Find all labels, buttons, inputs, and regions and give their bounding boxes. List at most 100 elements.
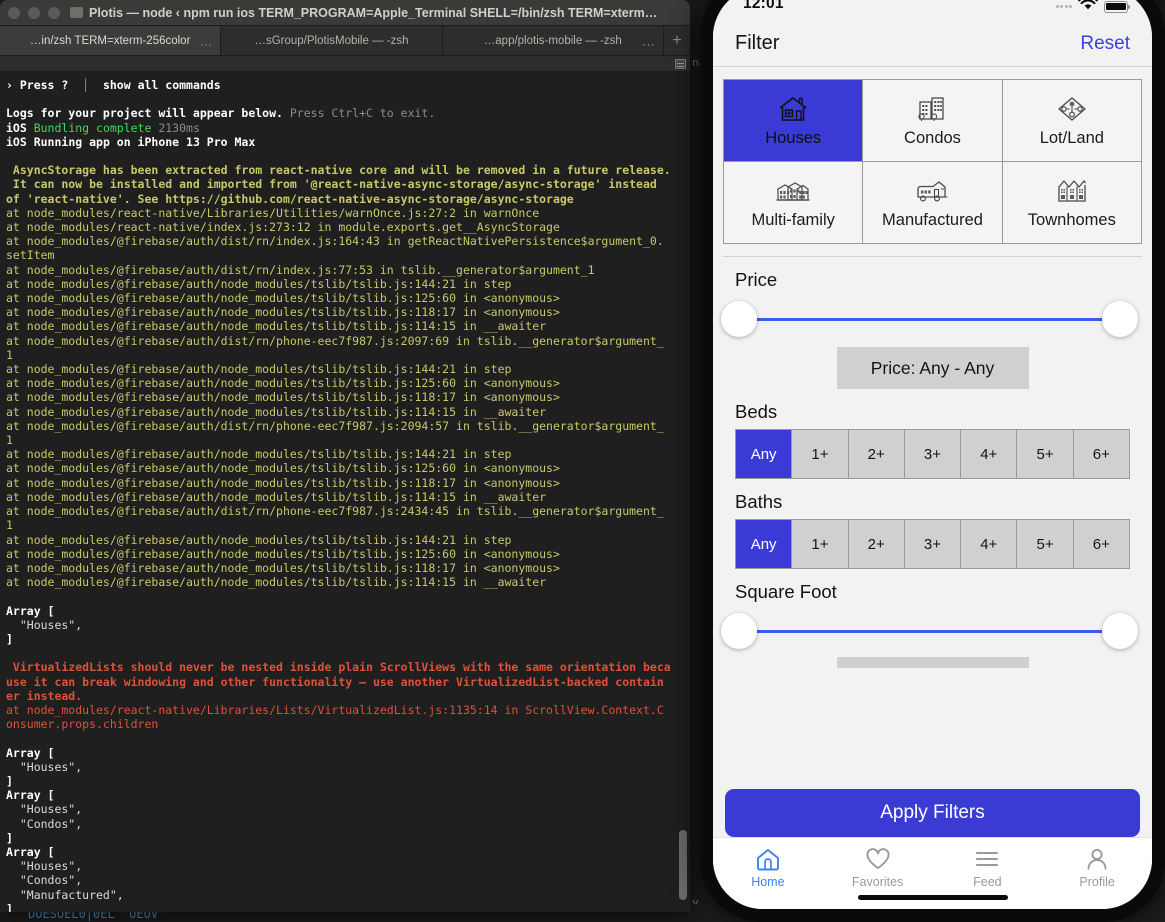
property-type-townhomes[interactable]: Townhomes	[1002, 161, 1142, 243]
window-traffic-lights[interactable]	[8, 6, 60, 19]
property-type-multi-family[interactable]: Multi-family	[724, 161, 864, 243]
terminal-line: at node_modules/@firebase/auth/node_modu…	[6, 390, 560, 405]
beds-option-any[interactable]: Any	[735, 430, 792, 478]
townhomes-icon	[1056, 175, 1088, 207]
terminal-tabbar: …in/zsh TERM=xterm-256color … …sGroup/Pl…	[0, 26, 690, 56]
home-indicator	[857, 894, 1008, 900]
property-type-manufactured[interactable]: Manufactured	[863, 161, 1003, 243]
terminal-line: 1	[6, 433, 13, 448]
terminal-tab-0[interactable]: …in/zsh TERM=xterm-256color …	[0, 26, 222, 55]
beds-option-2plus[interactable]: 2+	[847, 430, 904, 478]
property-type-houses-label: Houses	[765, 129, 822, 147]
terminal-line: at node_modules/@firebase/auth/node_modu…	[6, 461, 560, 476]
beds-option-1plus[interactable]: 1+	[791, 430, 848, 478]
heart-icon	[865, 847, 891, 871]
baths-section: Baths	[713, 479, 1152, 513]
price-slider-track[interactable]	[743, 318, 1116, 321]
baths-option-3plus[interactable]: 3+	[903, 520, 961, 568]
terminal-line: at node_modules/@firebase/auth/node_modu…	[6, 546, 560, 561]
terminal-tab-0-label: …in/zsh TERM=xterm-256color	[29, 34, 191, 47]
terminal-line: › Press ? │ show all commands	[6, 78, 221, 92]
square-foot-slider-min-handle[interactable]	[721, 613, 757, 649]
beds-option-3plus[interactable]: 3+	[903, 430, 961, 478]
square-foot-slider-track[interactable]	[743, 630, 1116, 633]
terminal-line: at node_modules/@firebase/auth/node_modu…	[6, 319, 547, 334]
property-type-lot-land[interactable]: Lot/Land	[1002, 79, 1142, 161]
property-type-lot-land-label: Lot/Land	[1039, 129, 1104, 147]
price-value-label: Price: Any - Any	[836, 347, 1029, 389]
terminal-line: Array [	[6, 844, 55, 859]
terminal-line: "Condos",	[6, 816, 83, 831]
terminal-tab-2-label: …app/plotis-mobile — -zsh	[483, 34, 622, 47]
terminal-line: 1	[6, 518, 13, 533]
page-title: Filter	[735, 32, 780, 54]
tab-profile[interactable]: Profile	[1042, 847, 1152, 889]
new-tab-button[interactable]: +	[663, 26, 690, 55]
close-button-icon[interactable]	[8, 6, 20, 19]
terminal-line: at node_modules/@firebase/auth/node_modu…	[6, 376, 560, 391]
multi-family-icon	[776, 175, 810, 207]
square-foot-range-slider[interactable]	[717, 609, 1142, 655]
folder-icon	[70, 7, 83, 18]
beds-option-4plus[interactable]: 4+	[960, 430, 1017, 478]
tab-favorites[interactable]: Favorites	[823, 847, 933, 889]
terminal-tab-2[interactable]: …app/plotis-mobile — -zsh …	[442, 26, 664, 55]
terminal-titlebar: Plotis — node ‹ npm run ios TERM_PROGRAM…	[0, 0, 690, 26]
terminal-tab-0-overflow-icon[interactable]: …	[199, 33, 213, 48]
tab-home[interactable]: Home	[713, 847, 823, 889]
terminal-line: at node_modules/@firebase/auth/node_modu…	[6, 291, 560, 306]
split-pane-icon[interactable]	[675, 58, 686, 69]
terminal-scrollbar-thumb[interactable]	[679, 830, 687, 900]
baths-option-4plus[interactable]: 4+	[960, 520, 1017, 568]
terminal-line: It can now be installed and imported fro…	[6, 177, 657, 192]
terminal-tab-2-overflow-icon[interactable]: …	[642, 33, 656, 48]
beds-option-5plus[interactable]: 5+	[1016, 430, 1073, 478]
price-slider-max-handle[interactable]	[1102, 301, 1138, 337]
baths-option-6plus[interactable]: 6+	[1072, 520, 1129, 568]
filter-scroll-area[interactable]: Houses Condos Lot/Land Multi-family Manu…	[713, 67, 1152, 789]
condo-icon	[916, 93, 948, 125]
terminal-line: 1	[6, 347, 13, 362]
terminal-output[interactable]: › Press ? │ show all commands Logs for y…	[0, 72, 690, 912]
terminal-line: AsyncStorage has been extracted from rea…	[6, 163, 671, 178]
lot-land-icon	[1056, 93, 1088, 125]
terminal-line: Logs for your project will appear below.…	[6, 106, 436, 121]
apply-filters-button[interactable]: Apply Filters	[725, 789, 1140, 837]
baths-option-any[interactable]: Any	[735, 520, 792, 568]
terminal-line: at node_modules/react-native/Libraries/U…	[6, 205, 540, 220]
beds-section: Beds	[713, 389, 1152, 423]
maximize-button-icon[interactable]	[48, 6, 60, 19]
baths-option-2plus[interactable]: 2+	[847, 520, 904, 568]
ios-status-bar: 12:01	[713, 0, 1152, 27]
terminal-scrollbar[interactable]	[679, 80, 687, 900]
baths-option-1plus[interactable]: 1+	[791, 520, 848, 568]
tab-profile-label: Profile	[1079, 875, 1115, 889]
square-foot-section: Square Foot	[713, 569, 1152, 603]
minimize-button-icon[interactable]	[28, 6, 40, 19]
terminal-line: at node_modules/react-native/Libraries/L…	[6, 702, 664, 717]
reset-button[interactable]: Reset	[1080, 33, 1130, 55]
terminal-line: at node_modules/@firebase/auth/dist/rn/p…	[6, 418, 664, 433]
beds-option-6plus[interactable]: 6+	[1072, 430, 1129, 478]
terminal-line: onsumer.props.children	[6, 717, 159, 732]
square-foot-slider-max-handle[interactable]	[1102, 613, 1138, 649]
baths-option-5plus[interactable]: 5+	[1016, 520, 1073, 568]
terminal-tab-1[interactable]: …sGroup/PlotisMobile — -zsh	[221, 26, 443, 55]
property-type-condos[interactable]: Condos	[863, 79, 1003, 161]
price-slider-min-handle[interactable]	[721, 301, 757, 337]
terminal-line: at node_modules/@firebase/auth/node_modu…	[6, 276, 512, 291]
status-bar-time: 12:01	[743, 0, 784, 12]
terminal-line: at node_modules/@firebase/auth/dist/rn/p…	[6, 333, 664, 348]
terminal-line: use it can break windowing and other fun…	[6, 674, 664, 689]
tab-home-label: Home	[751, 875, 785, 889]
terminal-line: ]	[6, 901, 13, 912]
property-type-houses[interactable]: Houses	[724, 79, 864, 161]
price-range-slider[interactable]	[717, 297, 1142, 343]
terminal-line: at node_modules/@firebase/auth/node_modu…	[6, 560, 560, 575]
terminal-line: at node_modules/@firebase/auth/node_modu…	[6, 447, 512, 462]
tab-feed[interactable]: Feed	[933, 847, 1043, 889]
terminal-line: at node_modules/@firebase/auth/node_modu…	[6, 305, 560, 320]
